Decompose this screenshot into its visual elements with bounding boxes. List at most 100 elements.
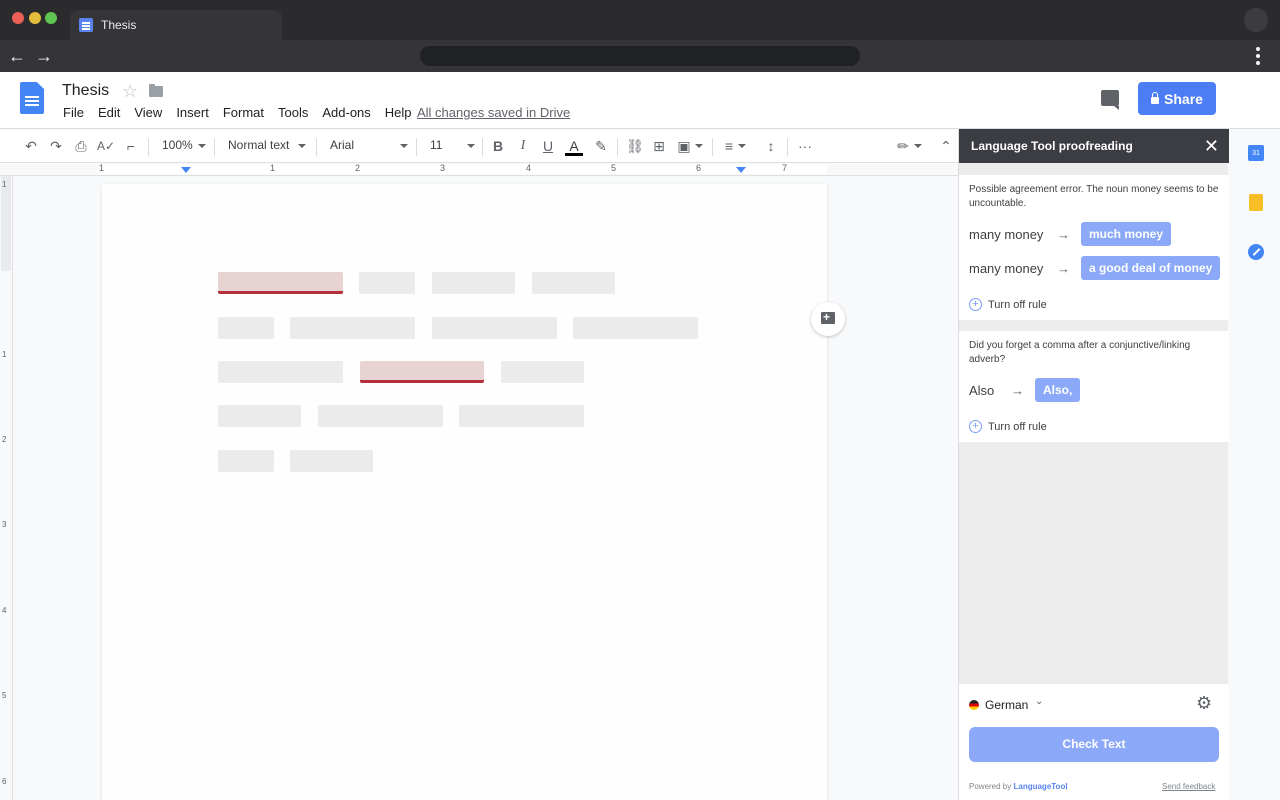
address-bar[interactable] [420,46,860,66]
close-window-button[interactable] [12,12,24,24]
calendar-icon[interactable]: 31 [1248,145,1264,161]
italic-button[interactable]: I [515,137,531,155]
menu-edit[interactable]: Edit [91,105,127,121]
ruler-number: 1 [2,180,7,189]
menu-insert[interactable]: Insert [169,105,216,121]
browser-menu-icon[interactable] [1256,47,1260,65]
panel-footer: German ⌄ ⚙ Check Text Powered by Languag… [959,684,1229,800]
ruler-number: 1 [2,350,7,359]
insert-comment-icon[interactable]: ⊞ [650,137,668,155]
link-icon[interactable]: ⛓ [625,137,645,155]
align-left-icon[interactable]: ≡ [720,137,738,155]
ruler-number: 7 [782,163,788,173]
formatting-toolbar: ↶ ↷ ⎙ A✓ ⌐ 100% Normal text Arial 11 B I… [0,130,958,163]
collapse-chevron-icon[interactable]: ⌃ [937,137,955,155]
flagged-text-placeholder[interactable] [360,361,484,383]
text-placeholder [573,317,698,339]
toolbar-divider [787,138,788,156]
text-placeholder [501,361,584,383]
insert-image-icon[interactable]: ▣ [675,137,693,155]
font-size-select[interactable]: 11 [430,138,442,152]
underline-button[interactable]: U [540,137,556,155]
paragraph-style-select[interactable]: Normal text [228,138,289,152]
suggestion-button[interactable]: a good deal of money [1081,256,1221,280]
folder-icon[interactable] [149,84,163,97]
align-caret-icon [738,144,746,148]
browser-tab[interactable]: Thesis [70,10,282,40]
zoom-select[interactable]: 100% [162,138,193,152]
share-button[interactable]: Share [1138,82,1216,115]
send-feedback-link[interactable]: Send feedback [1162,782,1215,791]
minimize-window-button[interactable] [29,12,41,24]
keep-icon[interactable] [1249,194,1263,211]
document-page[interactable] [102,184,827,800]
comment-icon[interactable] [1101,90,1119,110]
save-status-link[interactable]: All changes saved in Drive [417,105,570,120]
toolbar-divider [712,138,713,156]
suggestion-card: Possible agreement error. The noun money… [959,175,1229,320]
flagged-text-placeholder[interactable] [218,272,343,294]
forward-arrow-icon[interactable]: → [32,44,56,68]
docs-header: Thesis ☆ File Edit View Insert Format To… [0,72,1280,129]
menu-view[interactable]: View [127,105,169,121]
line-spacing-icon[interactable]: ↕ [762,137,780,155]
left-indent-marker[interactable] [181,167,191,173]
font-select[interactable]: Arial [330,138,354,152]
menu-help[interactable]: Help [378,105,419,121]
toolbar-divider [416,138,417,156]
powered-by: Powered by LanguageTool [969,782,1068,791]
highlight-icon[interactable]: ✎ [592,137,610,155]
docs-logo-icon[interactable] [20,82,44,114]
menu-file[interactable]: File [56,105,91,121]
text-placeholder [218,361,343,383]
add-comment-icon[interactable] [811,302,845,336]
document-title[interactable]: Thesis [62,82,109,100]
text-placeholder [532,272,615,294]
ruler-number: 1 [270,163,276,173]
text-color-swatch [565,153,583,156]
tab-title: Thesis [101,18,137,32]
horizontal-ruler: 1 1 2 3 4 5 6 7 [0,163,958,176]
menu-addons[interactable]: Add-ons [315,105,377,121]
toolbar-divider [617,138,618,156]
star-icon[interactable]: ☆ [122,81,138,102]
suggestion-button[interactable]: much money [1081,222,1172,246]
check-text-button[interactable]: Check Text [969,727,1219,762]
lock-icon [1151,91,1160,104]
text-placeholder [359,272,415,294]
ruler-number: 1 [99,163,105,173]
panel-title: Language Tool proofreading [971,139,1133,153]
ruler-number: 5 [2,691,7,700]
browser-navbar: ← → [0,40,1280,72]
profile-avatar[interactable] [1244,8,1268,32]
print-icon[interactable]: ⎙ [72,137,90,155]
ruler-number: 5 [611,163,617,173]
browser-titlebar: Thesis [0,0,1280,40]
turn-off-rule-button[interactable]: + Turn off rule [969,298,1047,311]
close-icon[interactable]: ✕ [1204,129,1219,163]
undo-icon[interactable]: ↶ [22,137,40,155]
right-indent-marker[interactable] [736,167,746,173]
language-select[interactable]: German [985,698,1028,712]
gear-icon[interactable]: ⚙ [1196,694,1212,712]
paint-format-icon[interactable]: ⌐ [122,137,140,155]
redo-icon[interactable]: ↷ [47,137,65,155]
suggestion-button[interactable]: Also, [1035,378,1081,402]
tasks-icon[interactable] [1248,244,1264,260]
side-rail: 31 [1229,129,1280,800]
menu-format[interactable]: Format [216,105,271,121]
turn-off-rule-button[interactable]: + Turn off rule [969,420,1047,433]
languagetool-link[interactable]: LanguageTool [1013,782,1067,791]
bold-button[interactable]: B [490,137,506,155]
text-placeholder [290,317,415,339]
arrow-right-icon: → [1057,261,1070,276]
more-options-button[interactable]: ··· [795,137,815,155]
maximize-window-button[interactable] [45,12,57,24]
editing-mode-pencil-icon[interactable]: ✏ [894,137,912,155]
chevron-down-icon[interactable]: ⌄ [1035,696,1043,707]
zoom-caret-icon [198,144,206,148]
spellcheck-icon[interactable]: A✓ [97,137,115,155]
back-arrow-icon[interactable]: ← [5,44,29,68]
menu-tools[interactable]: Tools [271,105,315,121]
toolbar-divider [482,138,483,156]
